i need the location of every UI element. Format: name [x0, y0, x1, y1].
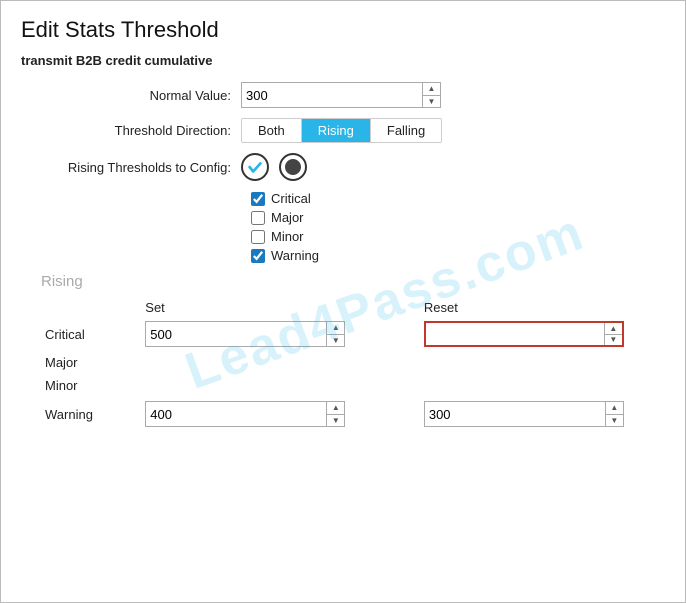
row-set-warning: ▲ ▼ — [141, 397, 386, 431]
col-header-label — [41, 298, 141, 317]
warning-reset-btns: ▲ ▼ — [605, 402, 623, 426]
checkbox-critical-label: Critical — [271, 191, 311, 206]
row-label-critical: Critical — [41, 317, 141, 351]
checkbox-warning: Warning — [251, 248, 665, 263]
checkbox-minor: Minor — [251, 229, 665, 244]
row-label-major: Major — [41, 351, 141, 374]
checkbox-minor-label: Minor — [271, 229, 304, 244]
normal-value-spinner[interactable]: ▲ ▼ — [241, 82, 441, 108]
direction-btn-falling[interactable]: Falling — [371, 119, 441, 142]
warning-set-btns: ▲ ▼ — [326, 402, 344, 426]
warning-reset-spinner[interactable]: ▲ ▼ — [424, 401, 624, 427]
warning-set-input[interactable] — [146, 402, 326, 426]
critical-reset-up[interactable]: ▲ — [605, 323, 622, 335]
table-row-major: Major — [41, 351, 665, 374]
critical-reset-btns: ▲ ▼ — [604, 323, 622, 345]
checkbox-warning-label: Warning — [271, 248, 319, 263]
page-title: Edit Stats Threshold — [21, 17, 665, 43]
rising-section-label: Rising — [41, 273, 665, 290]
normal-value-input[interactable] — [242, 83, 422, 107]
row-reset-critical: ▲ ▼ — [420, 317, 665, 351]
critical-set-down[interactable]: ▼ — [327, 335, 344, 347]
row-set-minor — [141, 374, 386, 397]
col-header-reset: Reset — [420, 298, 665, 317]
warning-reset-up[interactable]: ▲ — [606, 402, 623, 415]
warning-set-spinner[interactable]: ▲ ▼ — [145, 401, 345, 427]
direction-btn-rising[interactable]: Rising — [302, 119, 371, 142]
normal-value-label: Normal Value: — [21, 88, 241, 103]
direction-btn-both[interactable]: Both — [242, 119, 302, 142]
col-header-gap — [386, 298, 419, 317]
row-reset-warning: ▲ ▼ — [420, 397, 665, 431]
normal-value-down[interactable]: ▼ — [423, 96, 440, 108]
critical-set-input[interactable] — [146, 322, 326, 346]
warning-set-down[interactable]: ▼ — [327, 415, 344, 427]
checkbox-minor-input[interactable] — [251, 230, 265, 244]
normal-value-row: Normal Value: ▲ ▼ — [21, 82, 665, 108]
checkbox-major-label: Major — [271, 210, 304, 225]
col-header-set: Set — [141, 298, 386, 317]
direction-group: Both Rising Falling — [241, 118, 442, 143]
circle-icon[interactable] — [279, 153, 307, 181]
config-icons — [241, 153, 307, 181]
circle-inner — [285, 159, 301, 175]
dialog: Lead4Pass.com Edit Stats Threshold trans… — [0, 0, 686, 603]
critical-set-spinner[interactable]: ▲ ▼ — [145, 321, 345, 347]
subtitle: transmit B2B credit cumulative — [21, 53, 665, 68]
checkbox-critical-input[interactable] — [251, 192, 265, 206]
normal-value-up[interactable]: ▲ — [423, 83, 440, 96]
row-set-critical: ▲ ▼ — [141, 317, 386, 351]
row-label-warning: Warning — [41, 397, 141, 431]
critical-reset-down[interactable]: ▼ — [605, 335, 622, 346]
table-row-critical: Critical ▲ ▼ ▲ — [41, 317, 665, 351]
checkbox-major: Major — [251, 210, 665, 225]
warning-reset-down[interactable]: ▼ — [606, 415, 623, 427]
critical-set-up[interactable]: ▲ — [327, 322, 344, 335]
table-row-minor: Minor — [41, 374, 665, 397]
warning-reset-input[interactable] — [425, 402, 605, 426]
normal-value-spinner-btns: ▲ ▼ — [422, 83, 440, 107]
checkbox-critical: Critical — [251, 191, 665, 206]
rising-thresholds-label: Rising Thresholds to Config: — [21, 160, 241, 175]
checkbox-warning-input[interactable] — [251, 249, 265, 263]
rising-thresholds-row: Rising Thresholds to Config: — [21, 153, 665, 181]
critical-reset-input[interactable] — [426, 323, 604, 345]
checkboxes-block: Critical Major Minor Warning — [251, 191, 665, 263]
row-reset-minor — [420, 374, 665, 397]
row-reset-major — [420, 351, 665, 374]
table-row-warning: Warning ▲ ▼ ▲ — [41, 397, 665, 431]
threshold-direction-row: Threshold Direction: Both Rising Falling — [21, 118, 665, 143]
row-label-minor: Minor — [41, 374, 141, 397]
check-circle-icon[interactable] — [241, 153, 269, 181]
critical-reset-spinner[interactable]: ▲ ▼ — [424, 321, 624, 347]
checkbox-major-input[interactable] — [251, 211, 265, 225]
threshold-direction-label: Threshold Direction: — [21, 123, 241, 138]
critical-set-btns: ▲ ▼ — [326, 322, 344, 346]
threshold-table: Set Reset Critical ▲ ▼ — [41, 298, 665, 431]
warning-set-up[interactable]: ▲ — [327, 402, 344, 415]
row-set-major — [141, 351, 386, 374]
